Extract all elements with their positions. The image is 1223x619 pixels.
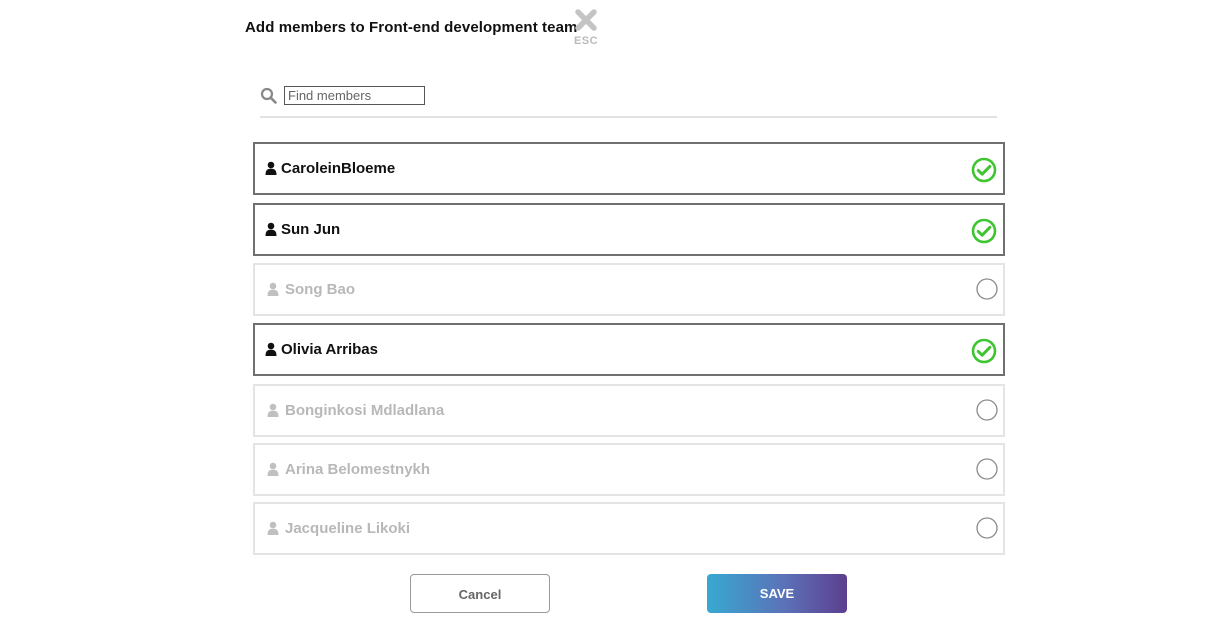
person-icon [265, 161, 277, 175]
member-row[interactable]: Olivia Arribas [253, 323, 1005, 376]
empty-circle-icon[interactable] [976, 458, 998, 480]
member-row[interactable]: Bonginkosi Mdladlana [253, 384, 1005, 437]
member-name: Arina Belomestnykh [285, 461, 431, 478]
search-icon [260, 87, 277, 104]
esc-label: ESC [573, 35, 599, 47]
person-icon [265, 342, 277, 356]
add-members-dialog: Add members to Front-end development tea… [0, 0, 1223, 619]
search-bar [260, 84, 997, 118]
person-icon [267, 462, 279, 476]
dialog-title: Add members to Front-end development tea… [245, 19, 578, 36]
member-name: Song Bao [285, 281, 355, 298]
member-row[interactable]: Arina Belomestnykh [253, 443, 1005, 496]
member-row[interactable]: CaroleinBloeme [253, 142, 1005, 195]
member-name: Jacqueline Likoki [285, 520, 411, 537]
person-icon [267, 403, 279, 417]
person-icon [265, 222, 277, 236]
member-row[interactable]: Jacqueline Likoki [253, 502, 1005, 555]
check-circle-icon[interactable] [971, 157, 997, 183]
empty-circle-icon[interactable] [976, 399, 998, 421]
close-icon [575, 9, 597, 31]
check-circle-icon[interactable] [971, 218, 997, 244]
person-icon [267, 282, 279, 296]
member-name: CaroleinBloeme [281, 160, 396, 177]
person-icon [267, 521, 279, 535]
save-button[interactable]: SAVE [707, 574, 847, 613]
cancel-button[interactable]: Cancel [410, 574, 550, 613]
member-name: Olivia Arribas [281, 341, 378, 358]
empty-circle-icon[interactable] [976, 517, 998, 539]
member-name: Bonginkosi Mdladlana [285, 402, 445, 419]
close-button[interactable]: ESC [566, 8, 606, 54]
empty-circle-icon[interactable] [976, 278, 998, 300]
member-name: Sun Jun [281, 221, 341, 238]
search-input[interactable] [284, 86, 425, 105]
member-row[interactable]: Song Bao [253, 263, 1005, 316]
check-circle-icon[interactable] [971, 338, 997, 364]
member-row[interactable]: Sun Jun [253, 203, 1005, 256]
